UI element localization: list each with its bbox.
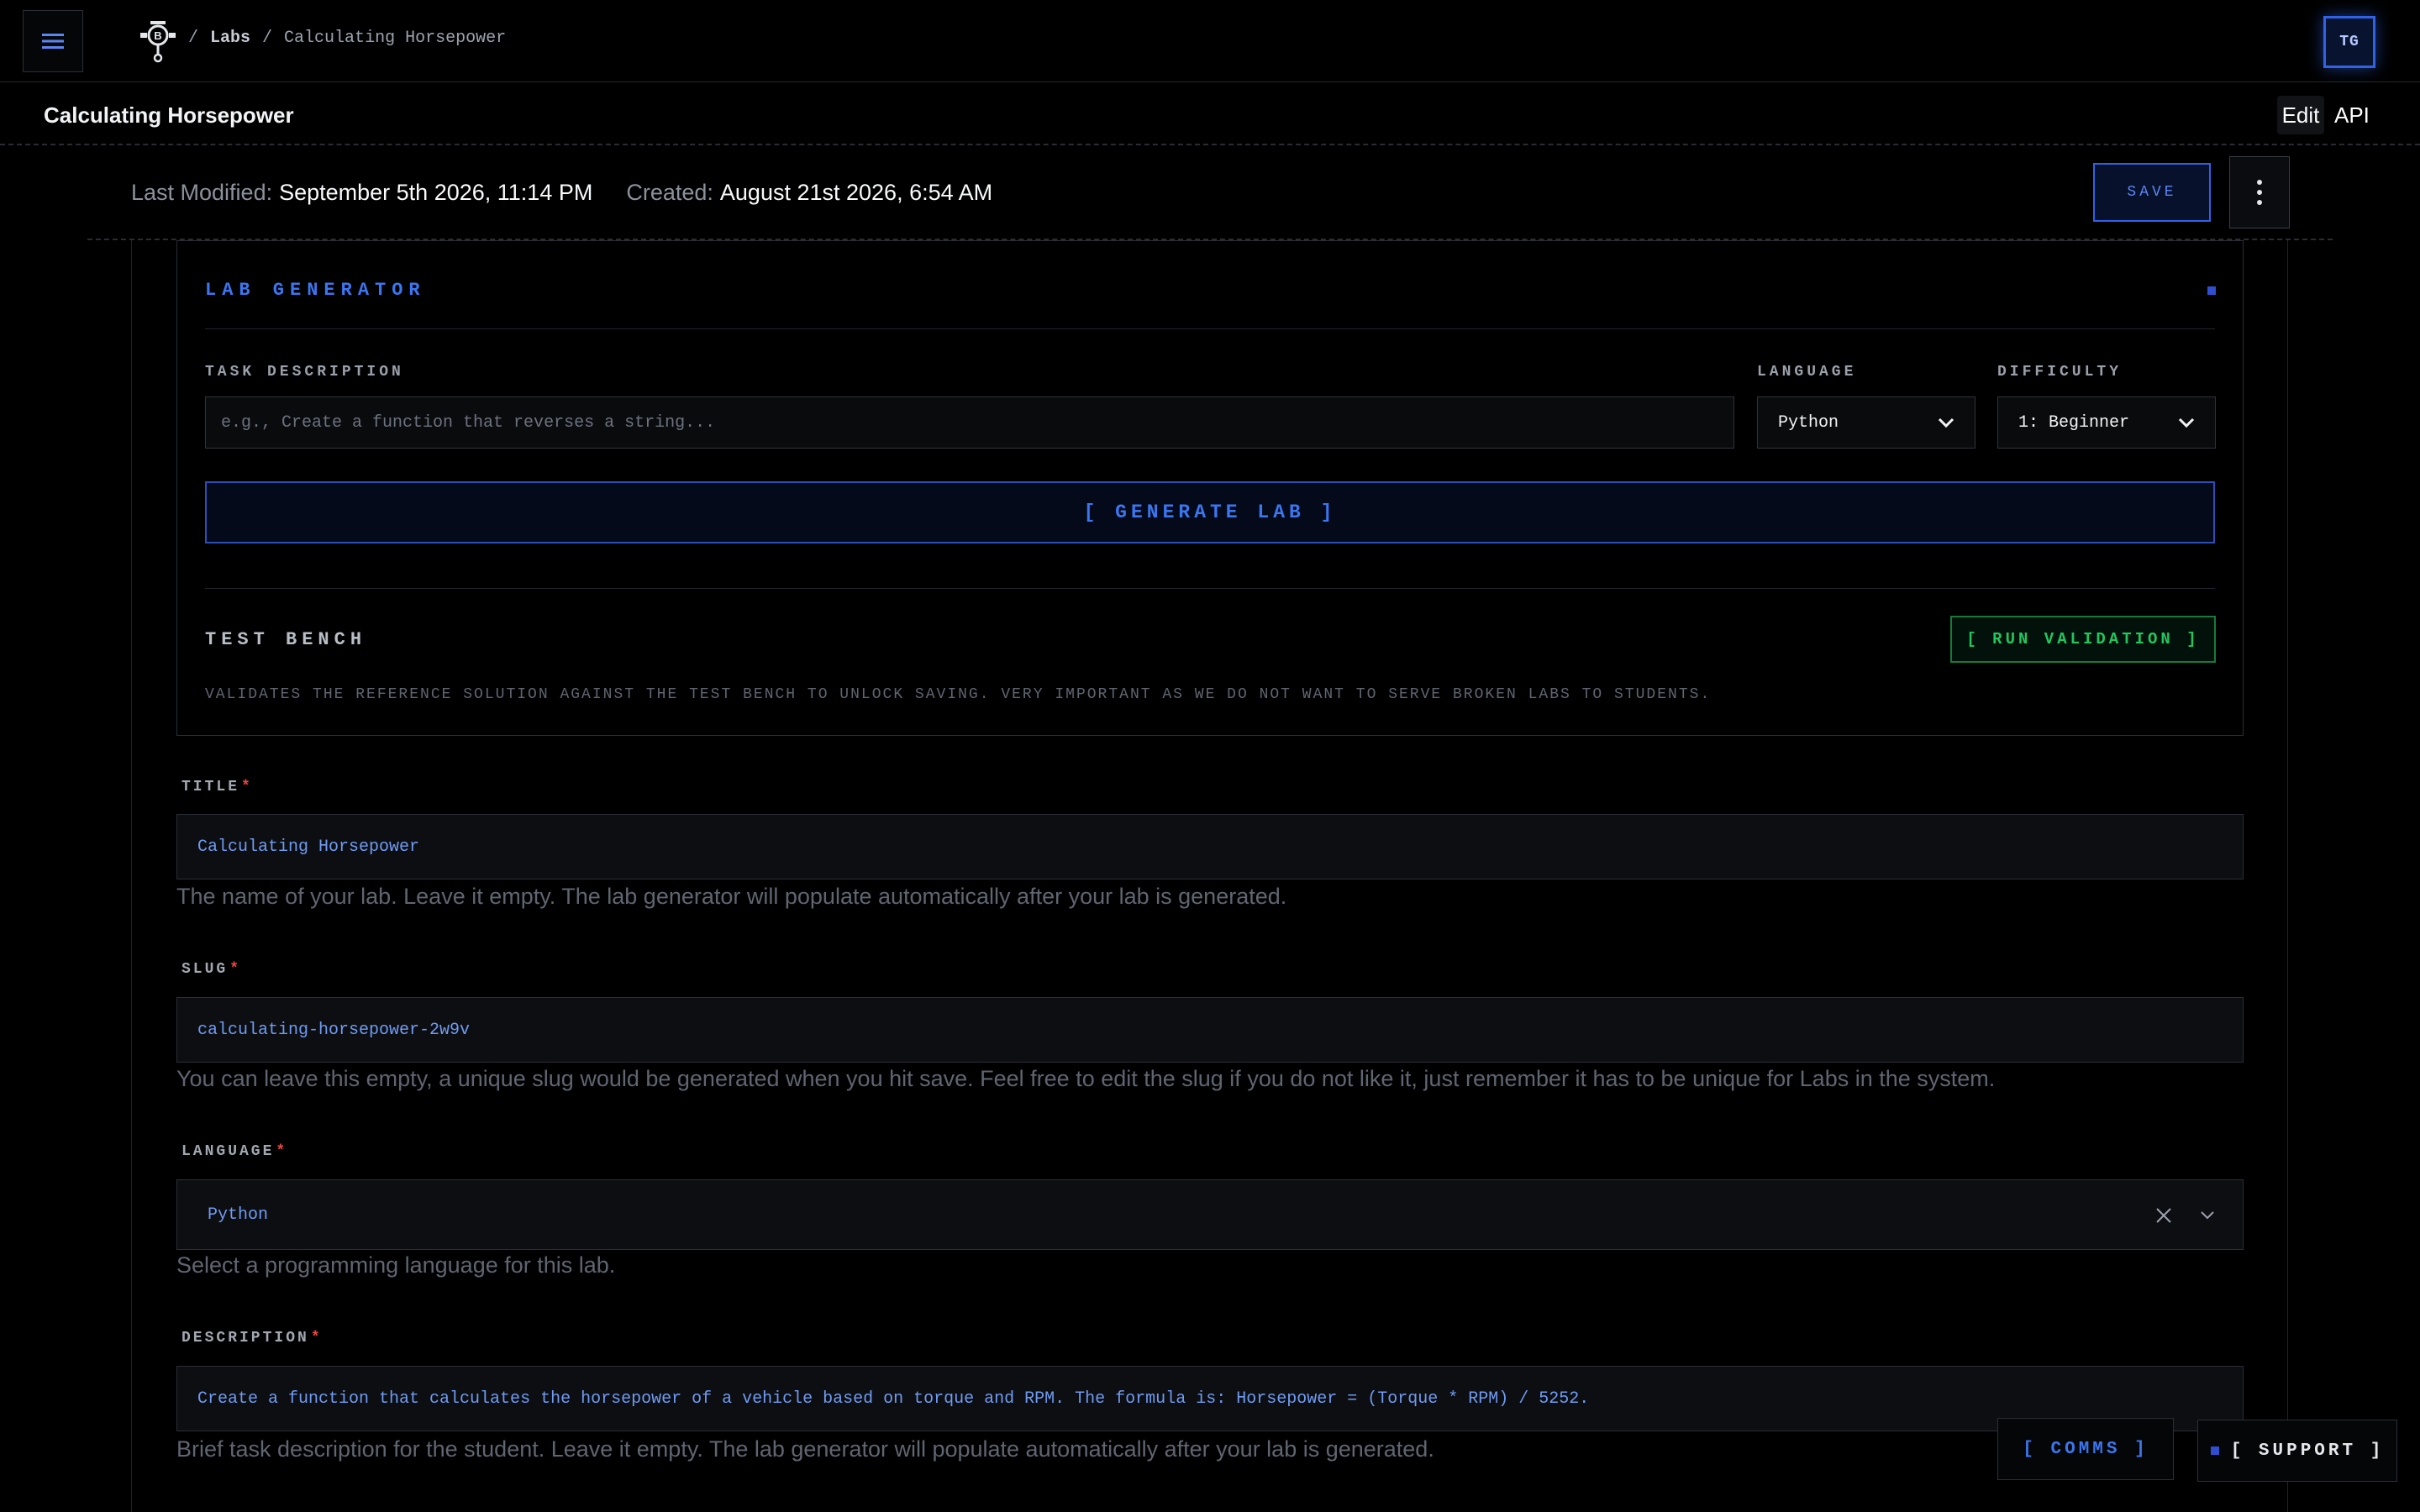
required-marker: * xyxy=(241,779,250,795)
tab-edit[interactable]: Edit xyxy=(2277,96,2324,134)
description-input[interactable]: Create a function that calculates the ho… xyxy=(176,1366,2244,1431)
created-value: August 21st 2026, 6:54 AM xyxy=(719,180,993,205)
test-bench-title: TEST BENCH xyxy=(205,629,367,650)
menu-button[interactable] xyxy=(23,10,83,72)
generate-lab-button[interactable]: [ GENERATE LAB ] xyxy=(205,481,2215,543)
lab-meta: Last Modified: September 5th 2026, 11:14… xyxy=(131,180,992,206)
difficulty-label: DIFFICULTY xyxy=(1997,364,2123,381)
panel-divider xyxy=(205,328,2215,329)
header-divider xyxy=(0,144,2420,145)
tab-api[interactable]: API xyxy=(2334,96,2370,134)
chevron-down-icon xyxy=(2178,417,2195,428)
language-help-text: Select a programming language for this l… xyxy=(176,1252,616,1278)
difficulty-select[interactable]: 1: Beginner xyxy=(1997,396,2216,449)
lab-generator-panel: LAB GENERATOR TASK DESCRIPTION LANGUAGE … xyxy=(176,240,2244,736)
panel-divider xyxy=(205,588,2215,589)
title-input[interactable]: Calculating Horsepower xyxy=(176,814,2244,879)
description-label: DESCRIPTION * xyxy=(182,1330,320,1347)
content-frame-left xyxy=(131,240,132,1512)
support-button[interactable]: [ SUPPORT ] xyxy=(2197,1420,2397,1482)
last-modified-label: Last Modified: xyxy=(131,180,273,205)
required-marker: * xyxy=(229,961,239,978)
title-label: TITLE * xyxy=(182,779,250,795)
description-label-text: DESCRIPTION xyxy=(182,1330,309,1347)
user-avatar[interactable]: TG xyxy=(2323,16,2375,68)
breadcrumb-labs-link[interactable]: Labs xyxy=(210,29,250,48)
support-indicator-icon xyxy=(2210,1446,2219,1455)
generator-language-label: LANGUAGE xyxy=(1757,364,1857,381)
chevron-down-icon xyxy=(1938,417,1954,428)
slug-help-text: You can leave this empty, a unique slug … xyxy=(176,1066,1996,1091)
content-frame-right xyxy=(2287,240,2288,1512)
comms-button[interactable]: [ COMMS ] xyxy=(1997,1418,2174,1480)
last-modified-value: September 5th 2026, 11:14 PM xyxy=(279,180,593,205)
robot-logo-icon[interactable]: B xyxy=(138,18,178,64)
language-select[interactable]: Python xyxy=(176,1179,2244,1250)
breadcrumb-current: Calculating Horsepower xyxy=(284,29,507,48)
lab-generator-title: LAB GENERATOR xyxy=(205,280,426,301)
task-description-input[interactable]: e.g., Create a function that reverses a … xyxy=(205,396,1734,449)
hamburger-icon xyxy=(42,34,64,49)
slug-label-text: SLUG xyxy=(182,961,229,978)
vertical-ellipsis-icon xyxy=(2257,180,2262,205)
clear-icon[interactable] xyxy=(2154,1205,2174,1226)
more-options-button[interactable] xyxy=(2229,156,2290,228)
required-marker: * xyxy=(276,1143,286,1160)
slug-input[interactable]: calculating-horsepower-2w9v xyxy=(176,997,2244,1063)
breadcrumb-separator: / xyxy=(262,29,273,48)
language-label-text: LANGUAGE xyxy=(182,1143,275,1160)
created-label: Created: xyxy=(626,180,713,205)
support-button-label: [ SUPPORT ] xyxy=(2230,1441,2385,1461)
title-label-text: TITLE xyxy=(182,779,240,795)
generator-language-value: Python xyxy=(1778,412,1839,433)
test-bench-description: VALIDATES THE REFERENCE SOLUTION AGAINST… xyxy=(205,686,1712,703)
run-validation-button[interactable]: [ RUN VALIDATION ] xyxy=(1950,616,2216,663)
svg-text:B: B xyxy=(154,29,161,42)
title-help-text: The name of your lab. Leave it empty. Th… xyxy=(176,884,1287,909)
language-label: LANGUAGE * xyxy=(182,1143,285,1160)
slug-label: SLUG * xyxy=(182,961,239,978)
chevron-down-icon[interactable] xyxy=(2197,1205,2217,1226)
save-button[interactable]: SAVE xyxy=(2093,163,2211,222)
page-title: Calculating Horsepower xyxy=(44,102,294,128)
generator-language-select[interactable]: Python xyxy=(1757,396,1975,449)
required-marker: * xyxy=(310,1330,320,1347)
language-select-value: Python xyxy=(208,1205,269,1225)
top-bar: B / Labs / Calculating Horsepower TG xyxy=(0,0,2420,82)
status-indicator xyxy=(2207,286,2216,295)
difficulty-value: 1: Beginner xyxy=(2018,412,2130,433)
breadcrumb: / Labs / Calculating Horsepower xyxy=(188,29,506,48)
description-help-text: Brief task description for the student. … xyxy=(176,1436,1434,1462)
breadcrumb-separator: / xyxy=(188,29,199,48)
task-description-label: TASK DESCRIPTION xyxy=(205,364,404,381)
